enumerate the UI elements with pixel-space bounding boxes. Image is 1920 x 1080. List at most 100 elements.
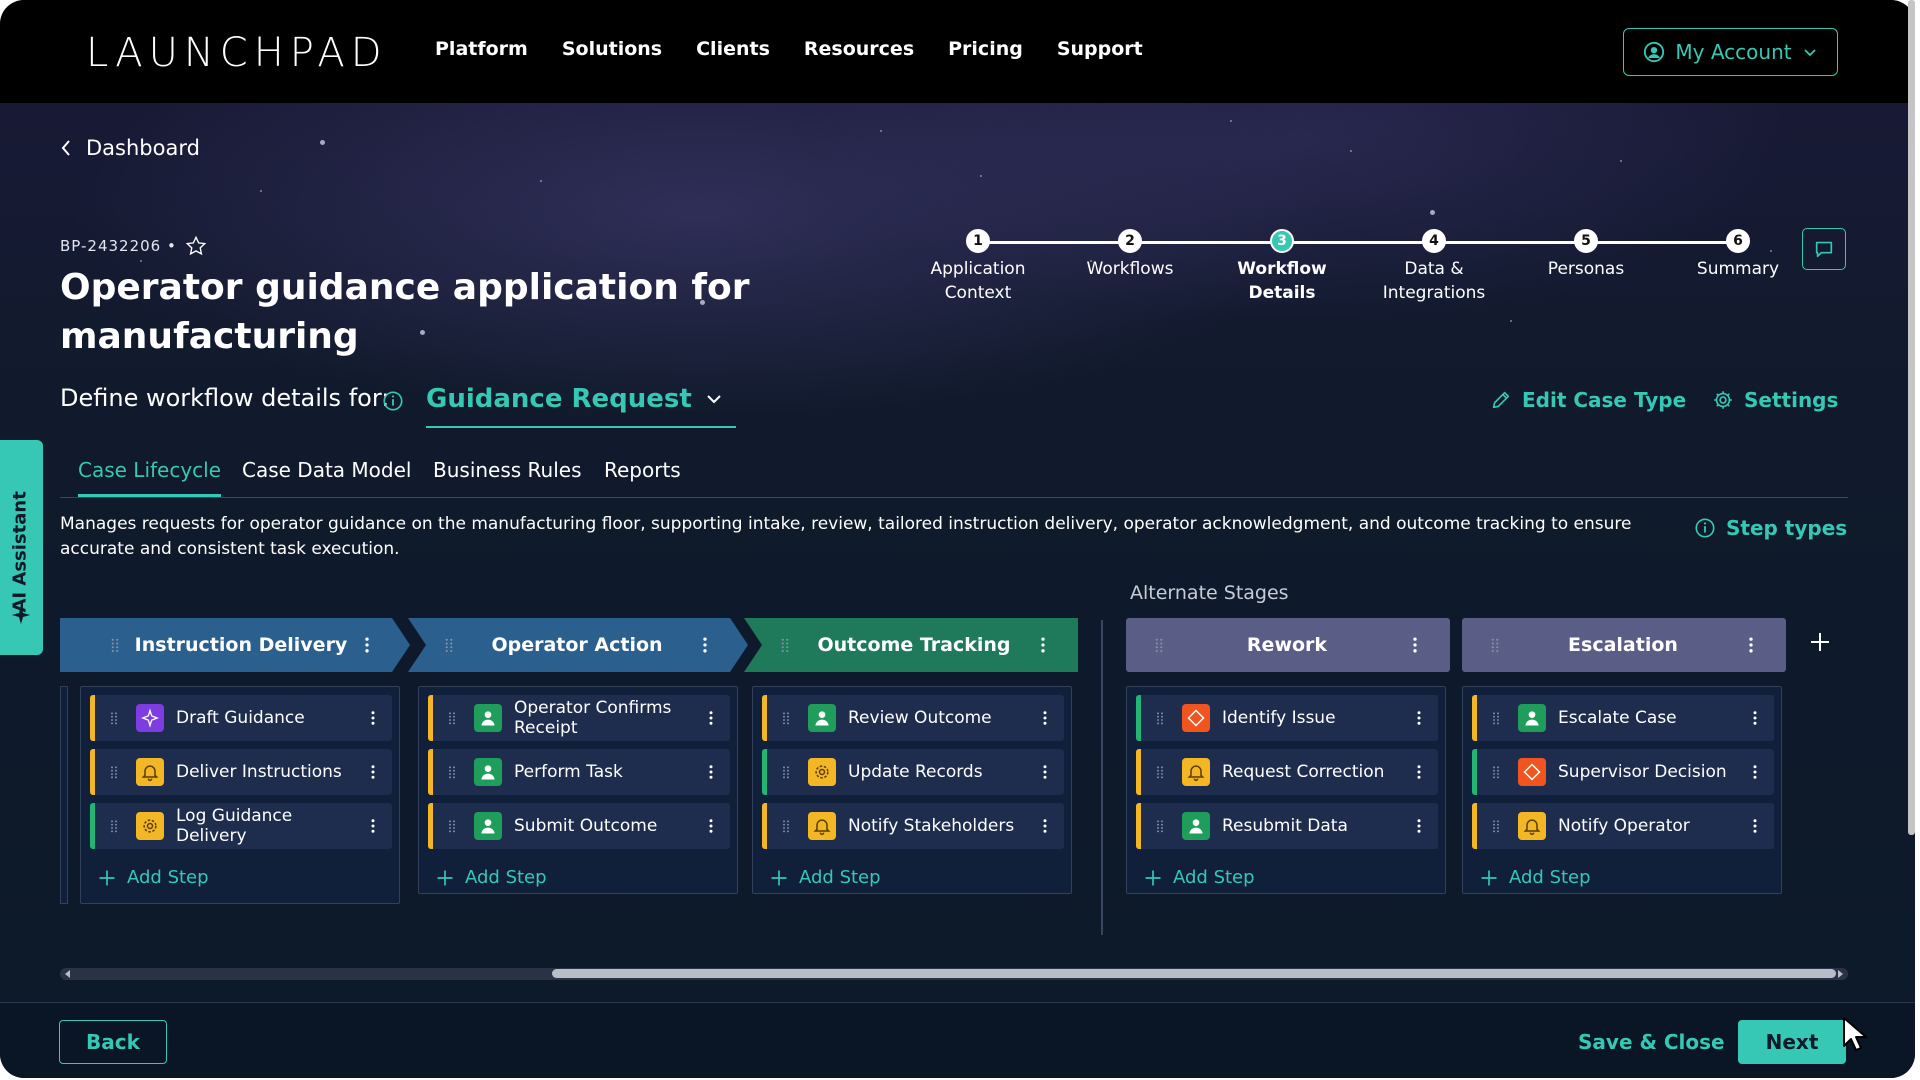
stage-header-instruction-delivery[interactable]: Instruction Delivery bbox=[60, 618, 410, 672]
step-menu-button[interactable] bbox=[364, 817, 382, 839]
step-menu-button[interactable] bbox=[702, 763, 720, 785]
breadcrumb-back-dashboard[interactable]: Dashboard bbox=[60, 136, 200, 160]
stage-header-escalation[interactable]: Escalation bbox=[1462, 618, 1786, 672]
next-button[interactable]: Next bbox=[1738, 1020, 1846, 1064]
stage-header-operator-action[interactable]: Operator Action bbox=[408, 618, 748, 672]
nav-link-resources[interactable]: Resources bbox=[804, 38, 914, 60]
drag-handle-icon[interactable] bbox=[106, 818, 122, 838]
nav-link-solutions[interactable]: Solutions bbox=[562, 38, 662, 60]
stage-menu-button[interactable] bbox=[690, 635, 720, 655]
step-menu-button[interactable] bbox=[1036, 817, 1054, 839]
drag-handle-icon[interactable] bbox=[444, 818, 460, 838]
step-types-button[interactable]: Step types bbox=[1694, 516, 1847, 540]
drag-handle-icon[interactable] bbox=[1152, 764, 1168, 784]
nav-link-support[interactable]: Support bbox=[1057, 38, 1143, 60]
drag-handle-icon[interactable] bbox=[1152, 818, 1168, 838]
chat-button[interactable] bbox=[1802, 228, 1846, 270]
step-card-deliver-instructions[interactable]: Deliver Instructions bbox=[90, 749, 392, 795]
scroll-left-arrow-icon[interactable] bbox=[64, 970, 72, 978]
step-menu-button[interactable] bbox=[1410, 709, 1428, 731]
drag-handle-icon[interactable] bbox=[444, 764, 460, 784]
stage-header-outcome-tracking[interactable]: Outcome Tracking bbox=[744, 618, 1078, 672]
scroll-right-arrow-icon[interactable] bbox=[1836, 970, 1844, 978]
my-account-button[interactable]: My Account bbox=[1623, 28, 1838, 76]
back-button[interactable]: Back bbox=[59, 1020, 167, 1064]
step-card-draft-guidance[interactable]: Draft Guidance bbox=[90, 695, 392, 741]
add-step-button[interactable]: Add Step bbox=[1479, 867, 1591, 888]
star-favorite-icon[interactable] bbox=[185, 235, 207, 257]
step-card-operator-confirms-receipt[interactable]: Operator Confirms Receipt bbox=[428, 695, 730, 741]
tab-case-data-model[interactable]: Case Data Model bbox=[242, 458, 411, 494]
step-menu-button[interactable] bbox=[1036, 763, 1054, 785]
add-step-button[interactable]: Add Step bbox=[97, 867, 209, 888]
stage-header-rework[interactable]: Rework bbox=[1126, 618, 1450, 672]
add-step-button[interactable]: Add Step bbox=[435, 867, 547, 888]
step-card-resubmit-data[interactable]: Resubmit Data bbox=[1136, 803, 1438, 849]
step-card-submit-outcome[interactable]: Submit Outcome bbox=[428, 803, 730, 849]
drag-handle-icon[interactable] bbox=[1488, 764, 1504, 784]
drag-handle-icon[interactable] bbox=[1480, 636, 1510, 654]
save-and-close-button[interactable]: Save & Close bbox=[1578, 1030, 1725, 1054]
edit-case-type-button[interactable]: Edit Case Type bbox=[1490, 388, 1686, 412]
drag-handle-icon[interactable] bbox=[100, 636, 130, 654]
add-stage-plus-icon[interactable] bbox=[1808, 630, 1832, 654]
drag-handle-icon[interactable] bbox=[434, 636, 464, 654]
stepper-step-4[interactable]: 4 Data & Integrations bbox=[1359, 229, 1509, 305]
vertical-scrollbar[interactable] bbox=[1908, 0, 1915, 835]
drag-handle-icon[interactable] bbox=[106, 764, 122, 784]
brand-logo[interactable]: LAUNCHPAD bbox=[86, 30, 388, 76]
stage-menu-button[interactable] bbox=[352, 635, 382, 655]
nav-link-platform[interactable]: Platform bbox=[435, 38, 528, 60]
info-icon[interactable] bbox=[382, 390, 404, 412]
step-card-supervisor-decision[interactable]: Supervisor Decision bbox=[1472, 749, 1774, 795]
step-menu-button[interactable] bbox=[364, 709, 382, 731]
step-card-identify-issue[interactable]: Identify Issue bbox=[1136, 695, 1438, 741]
step-card-review-outcome[interactable]: Review Outcome bbox=[762, 695, 1064, 741]
drag-handle-icon[interactable] bbox=[778, 710, 794, 730]
step-card-request-correction[interactable]: Request Correction bbox=[1136, 749, 1438, 795]
step-card-log-guidance-delivery[interactable]: Log Guidance Delivery bbox=[90, 803, 392, 849]
step-card-perform-task[interactable]: Perform Task bbox=[428, 749, 730, 795]
drag-handle-icon[interactable] bbox=[778, 818, 794, 838]
step-card-notify-operator[interactable]: Notify Operator bbox=[1472, 803, 1774, 849]
step-menu-button[interactable] bbox=[364, 763, 382, 785]
step-card-escalate-case[interactable]: Escalate Case bbox=[1472, 695, 1774, 741]
step-menu-button[interactable] bbox=[1410, 817, 1428, 839]
drag-handle-icon[interactable] bbox=[106, 710, 122, 730]
step-menu-button[interactable] bbox=[1746, 709, 1764, 731]
drag-handle-icon[interactable] bbox=[1488, 710, 1504, 730]
step-card-notify-stakeholders[interactable]: Notify Stakeholders bbox=[762, 803, 1064, 849]
tab-business-rules[interactable]: Business Rules bbox=[433, 458, 582, 494]
case-type-dropdown[interactable]: Guidance Request bbox=[426, 384, 736, 428]
step-menu-button[interactable] bbox=[702, 817, 720, 839]
step-menu-button[interactable] bbox=[1036, 709, 1054, 731]
drag-handle-icon[interactable] bbox=[778, 764, 794, 784]
horizontal-scroll-thumb[interactable] bbox=[552, 969, 1836, 978]
drag-handle-icon[interactable] bbox=[1488, 818, 1504, 838]
tab-reports[interactable]: Reports bbox=[604, 458, 681, 494]
stage-menu-button[interactable] bbox=[1400, 635, 1430, 655]
stepper-step-2[interactable]: 2 Workflows bbox=[1055, 229, 1205, 281]
stepper-step-6[interactable]: 6 Summary bbox=[1663, 229, 1813, 281]
drag-handle-icon[interactable] bbox=[444, 710, 460, 730]
drag-handle-icon[interactable] bbox=[770, 636, 800, 654]
drag-handle-icon[interactable] bbox=[1144, 636, 1174, 654]
stepper-step-3[interactable]: 3 Workflow Details bbox=[1207, 229, 1357, 305]
stepper-step-5[interactable]: 5 Personas bbox=[1511, 229, 1661, 281]
stage-menu-button[interactable] bbox=[1028, 635, 1058, 655]
add-step-button[interactable]: Add Step bbox=[1143, 867, 1255, 888]
step-menu-button[interactable] bbox=[1746, 763, 1764, 785]
stepper-step-1[interactable]: 1 Application Context bbox=[903, 229, 1053, 305]
ai-assistant-tab[interactable]: AI Assistant bbox=[0, 440, 43, 655]
add-step-button[interactable]: Add Step bbox=[769, 867, 881, 888]
settings-button[interactable]: Settings bbox=[1712, 388, 1838, 412]
step-menu-button[interactable] bbox=[1410, 763, 1428, 785]
step-card-update-records[interactable]: Update Records bbox=[762, 749, 1064, 795]
nav-link-pricing[interactable]: Pricing bbox=[948, 38, 1023, 60]
stage-menu-button[interactable] bbox=[1736, 635, 1766, 655]
step-menu-button[interactable] bbox=[702, 709, 720, 731]
tab-case-lifecycle[interactable]: Case Lifecycle bbox=[78, 458, 222, 497]
step-menu-button[interactable] bbox=[1746, 817, 1764, 839]
drag-handle-icon[interactable] bbox=[1152, 710, 1168, 730]
nav-link-clients[interactable]: Clients bbox=[696, 38, 770, 60]
